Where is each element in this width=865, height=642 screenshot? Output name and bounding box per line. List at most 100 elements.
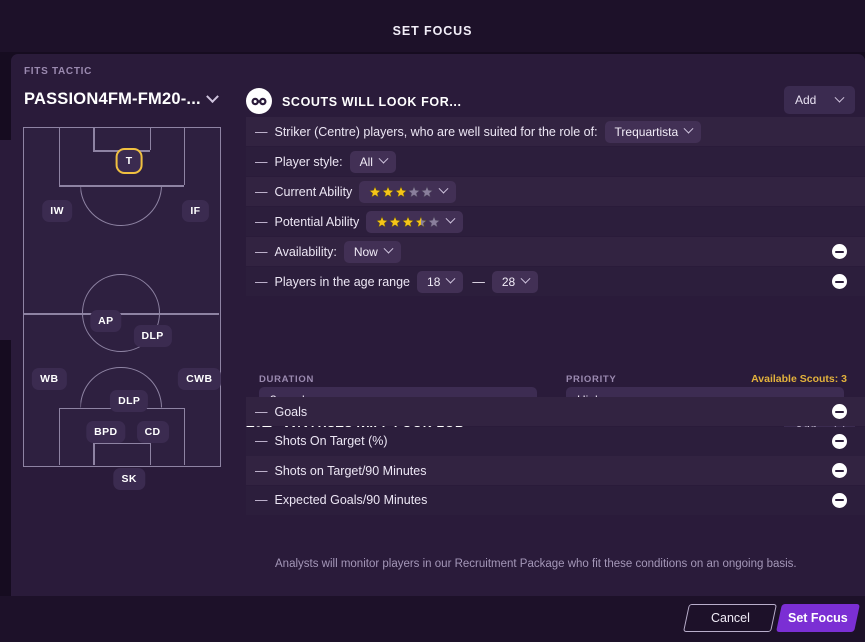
chevron-down-icon xyxy=(383,243,394,254)
age-min-value: 18 xyxy=(427,274,441,289)
age-max-value: 28 xyxy=(501,274,516,289)
criteria-value: Trequartista xyxy=(614,124,679,139)
position-code: DLP xyxy=(141,330,164,342)
position-token-bpd[interactable]: BPD xyxy=(86,421,126,443)
position-token-ap[interactable]: AP xyxy=(90,310,122,332)
analysts-footnote: Analysts will monitor players in our Rec… xyxy=(275,558,797,570)
cancel-button[interactable]: Cancel xyxy=(683,604,777,632)
range-separator: — xyxy=(472,274,485,289)
age-max-select[interactable]: 28 xyxy=(491,270,539,293)
position-token-sk[interactable]: SK xyxy=(113,468,145,490)
pitch-line xyxy=(93,442,95,465)
criteria-row: — Player style: All xyxy=(246,147,865,176)
criteria-value-select[interactable]: All xyxy=(349,150,396,173)
position-token-wb[interactable]: WB xyxy=(32,368,67,390)
criteria-label: Availability: xyxy=(274,244,337,259)
pitch-line xyxy=(59,128,61,186)
position-token-cwb[interactable]: CWB xyxy=(178,368,221,390)
star-icon xyxy=(382,185,395,198)
title-bar: SET FOCUS xyxy=(0,0,865,52)
remove-criteria-button[interactable] xyxy=(832,492,847,508)
remove-criteria-button[interactable] xyxy=(832,274,847,289)
criteria-row: — Goals xyxy=(246,397,865,426)
criteria-label: Current Ability xyxy=(274,184,353,199)
star-icon xyxy=(402,215,415,228)
remove-criteria-button[interactable] xyxy=(832,404,847,419)
chevron-down-icon xyxy=(683,123,694,134)
star-icon xyxy=(389,215,402,228)
criteria-label: Players in the age range xyxy=(274,274,411,289)
position-code: DLP xyxy=(118,395,141,407)
pitch-line xyxy=(183,128,186,186)
criteria-row: — Current Ability xyxy=(246,177,865,206)
criteria-label: Striker (Centre) players, who are well s… xyxy=(274,124,598,139)
criteria-label: Expected Goals/90 Minutes xyxy=(274,493,428,507)
star-icon xyxy=(415,215,428,228)
position-code: BPD xyxy=(94,426,118,438)
star-rating xyxy=(376,215,441,228)
pitch-line xyxy=(149,128,152,151)
bullet-dash: — xyxy=(255,274,268,289)
star-rating xyxy=(369,185,434,198)
scouts-add-button[interactable]: Add xyxy=(784,86,855,114)
star-icon xyxy=(421,185,434,198)
criteria-label: Shots on Target/90 Minutes xyxy=(274,463,427,478)
page-title: SET FOCUS xyxy=(392,24,473,38)
bullet-dash: — xyxy=(255,154,268,169)
position-token-dlp[interactable]: DLP xyxy=(133,325,172,347)
criteria-value-select[interactable]: Trequartista xyxy=(604,120,702,143)
age-min-select[interactable]: 18 xyxy=(417,270,464,293)
tactic-selector[interactable]: PASSION4FM-FM20-... xyxy=(24,86,239,112)
cancel-label: Cancel xyxy=(710,611,750,625)
set-focus-dialog: SET FOCUS FITS TACTIC PASSION4FM-FM20-..… xyxy=(0,0,865,642)
criteria-star-rating[interactable] xyxy=(366,210,464,233)
criteria-value: All xyxy=(359,154,373,169)
pitch-line xyxy=(149,442,152,465)
chevron-down-icon xyxy=(205,89,219,103)
dialog-footer: Cancel Set Focus xyxy=(0,596,865,642)
star-icon xyxy=(395,185,408,198)
set-focus-label: Set Focus xyxy=(788,611,848,625)
remove-criteria-button[interactable] xyxy=(832,244,847,259)
criteria-row: — Potential Ability xyxy=(246,207,865,236)
remove-criteria-button[interactable] xyxy=(832,433,847,449)
criteria-label: Goals xyxy=(274,404,308,419)
formation-pitch: T IW IF AP DLP WB CWB DLP BPD CD SK xyxy=(23,127,221,490)
criteria-row: — Expected Goals/90 Minutes xyxy=(246,485,865,515)
criteria-star-rating[interactable] xyxy=(359,180,457,203)
binoculars-icon xyxy=(246,88,272,114)
scouts-section-header: SCOUTS WILL LOOK FOR... Add xyxy=(246,85,865,119)
bullet-dash: — xyxy=(255,463,268,478)
position-code: IW xyxy=(50,205,64,217)
position-code: CD xyxy=(144,426,161,438)
position-token-if[interactable]: IF xyxy=(182,200,209,222)
chevron-down-icon xyxy=(438,183,449,194)
position-token-cd[interactable]: CD xyxy=(136,421,169,443)
position-code: CWB xyxy=(186,373,213,385)
bullet-dash: — xyxy=(255,493,268,507)
position-token-iw[interactable]: IW xyxy=(42,200,72,222)
chevron-down-icon xyxy=(378,153,389,164)
set-focus-button[interactable]: Set Focus xyxy=(776,604,860,632)
chevron-down-icon xyxy=(520,273,531,284)
remove-criteria-button[interactable] xyxy=(832,463,847,478)
star-icon xyxy=(369,185,382,198)
chevron-down-icon xyxy=(445,213,456,224)
position-code: T xyxy=(125,155,133,167)
criteria-row: — Striker (Centre) players, who are well … xyxy=(246,117,865,146)
star-icon xyxy=(408,185,421,198)
bullet-dash: — xyxy=(255,214,268,229)
position-code: IF xyxy=(190,205,201,217)
pitch-line xyxy=(59,407,61,465)
bullet-dash: — xyxy=(255,404,268,419)
criteria-value-select[interactable]: Now xyxy=(343,240,401,263)
criteria-label: Potential Ability xyxy=(274,214,360,229)
position-token-t[interactable]: T xyxy=(115,148,143,174)
position-code: WB xyxy=(40,373,59,385)
criteria-label: Player style: xyxy=(274,154,343,169)
position-token-dlp[interactable]: DLP xyxy=(110,390,149,412)
fits-tactic-label: FITS TACTIC xyxy=(24,66,93,77)
tactic-column: FITS TACTIC PASSION4FM-FM20-... T IW IF AP D… xyxy=(11,54,246,596)
position-code: SK xyxy=(121,473,137,485)
dialog-panel: FITS TACTIC PASSION4FM-FM20-... T IW IF AP D… xyxy=(11,54,865,596)
